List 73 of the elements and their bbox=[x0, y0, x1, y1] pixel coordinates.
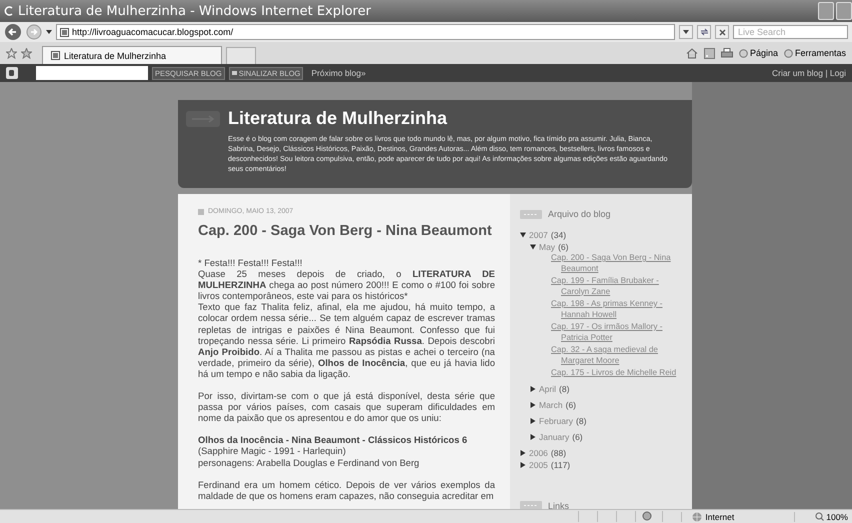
post-count: (117) bbox=[550, 458, 570, 470]
post-text: (Sapphire Magic - 1991 - Harlequin) bbox=[198, 446, 347, 458]
post-count: (34) bbox=[550, 229, 566, 241]
post-title[interactable]: Cap. 200 - Saga Von Berg - Nina Beaumont bbox=[198, 223, 495, 239]
circle-icon bbox=[738, 48, 748, 58]
post-count: (88) bbox=[550, 446, 566, 458]
post-link[interactable]: Cap. 32 - A saga medieval de Margaret Moore bbox=[551, 345, 684, 366]
post-link[interactable]: Cap. 175 - Livros de Michelle Reid bbox=[551, 368, 684, 378]
post-link[interactable]: Cap. 200 - Saga Von Berg - Nina Beaumont bbox=[551, 253, 684, 274]
post-count: (6) bbox=[558, 241, 568, 253]
zoom-icon bbox=[815, 512, 824, 521]
favorites-star-icon[interactable] bbox=[6, 48, 17, 58]
dropdown-icon[interactable] bbox=[46, 30, 52, 34]
refresh-icon bbox=[700, 28, 708, 36]
post-text: Por isso, divirtam-se com o que já está disponível, desta série que passa por vários países, com casais que superam dificuldades em nome da paixão que os apresentou e do amor que os uniu: bbox=[198, 391, 495, 424]
page-icon bbox=[51, 51, 60, 60]
square-icon bbox=[198, 208, 204, 214]
post-text: Texto que faz Thalita feliz, afinal, ela me ajudou, há muito tempo, a colocar ordem nessa série... Se tem alguém capaz de escrever tramas repletas de intrigas e paixões é Nina Beaumont. Confesso que fui tropeçando nessa série. Li primeiro Rapsódia Russa. Depois descobri Anjo Proibido. Aí a Thalita me passou as pistas e achei o terceiro (na verdade, primeiro da série), Olhos de Inocência, que eu já havia lido há um tempo e não sabia da ligação. bbox=[198, 302, 495, 380]
browser-tab[interactable]: Literatura de Mulherzinha bbox=[42, 46, 222, 64]
archive-heading: Arquivo do blog bbox=[548, 209, 611, 219]
heading-icon bbox=[520, 501, 542, 509]
archive-link[interactable]: 2006 bbox=[529, 446, 548, 458]
expand-arrow-icon[interactable] bbox=[530, 418, 536, 424]
post-text: Ferdinand era um homem cético. Depois de ver vários exemplos da maldade de que os homens eram capazes, não conseguia acreditar em bbox=[198, 480, 495, 502]
blog-title[interactable]: Literatura de Mulherzinha bbox=[228, 108, 673, 129]
add-favorite-icon[interactable] bbox=[21, 48, 32, 58]
feeds-icon[interactable] bbox=[704, 48, 715, 58]
archive-link[interactable]: March bbox=[539, 398, 563, 410]
browser-logo-icon bbox=[4, 5, 14, 17]
refresh-button[interactable] bbox=[697, 25, 711, 39]
expand-arrow-icon[interactable] bbox=[530, 402, 536, 408]
dropdown-button[interactable] bbox=[679, 25, 693, 39]
post-count: (8) bbox=[559, 382, 570, 394]
print-icon[interactable] bbox=[720, 48, 733, 58]
account-links[interactable]: Criar um blog | Logi bbox=[772, 68, 846, 78]
archive-link[interactable]: 2005 bbox=[529, 458, 548, 470]
post-link[interactable]: Cap. 198 - As primas Kenney - Hannah Howell bbox=[551, 299, 684, 320]
expand-arrow-icon[interactable] bbox=[530, 386, 536, 392]
search-field[interactable]: Live Search bbox=[733, 25, 848, 39]
circle-icon bbox=[784, 48, 793, 58]
window-title: Literatura de Mulherzinha - Windows Internet Explorer bbox=[18, 4, 371, 18]
command-button[interactable]: Página bbox=[738, 48, 778, 58]
post-text: Quase 25 meses depois de criado, o LITERATURA DE MULHERZINHA chega ao post número 200!!! E como o #100 foi sobre livros contemporâneos, este vai para os históricos* bbox=[198, 269, 495, 302]
zone-label: Internet bbox=[705, 512, 734, 522]
command-button[interactable]: Ferramentas bbox=[784, 48, 846, 58]
archive-link[interactable]: January bbox=[539, 430, 570, 442]
post-text: * Festa!!! Festa!!! Festa!!! bbox=[198, 258, 304, 270]
flag-icon bbox=[232, 70, 237, 76]
home-icon[interactable] bbox=[686, 48, 698, 58]
expand-arrow-icon[interactable] bbox=[530, 434, 536, 440]
archive-link[interactable]: May bbox=[539, 241, 556, 253]
links-heading: Links bbox=[548, 500, 570, 509]
post-count: (6) bbox=[566, 398, 576, 410]
heading-icon bbox=[520, 210, 542, 218]
post-link[interactable]: Cap. 197 - Os irmãos Mallory - Patricia Potter bbox=[551, 322, 684, 343]
stop-button[interactable] bbox=[715, 25, 729, 39]
next-blog-link[interactable]: Próximo blog» bbox=[311, 68, 366, 78]
page-icon bbox=[60, 28, 69, 36]
post-count: (6) bbox=[572, 430, 583, 442]
blogger-logo-icon[interactable] bbox=[6, 67, 18, 79]
archive-link[interactable]: February bbox=[539, 414, 574, 426]
address-field[interactable]: http://livroaguacomacucar.blogspot.com/ bbox=[56, 24, 675, 40]
post-count: (8) bbox=[576, 414, 586, 426]
post-text: personagens: Arabella Douglas e Ferdinand von Berg bbox=[198, 458, 420, 469]
archive-link[interactable]: 2007 bbox=[529, 229, 548, 241]
archive-link[interactable]: April bbox=[539, 382, 556, 394]
post-link[interactable]: Cap. 199 - Família Brubaker - Carolyn Zane bbox=[551, 276, 684, 297]
zoom-level[interactable]: 100% bbox=[826, 512, 848, 522]
post-text: Olhos da Inocência - Nina Beaumont - Clássicos Históricos 6 bbox=[198, 435, 468, 446]
caret-icon bbox=[683, 30, 689, 34]
close-icon bbox=[718, 28, 726, 36]
back-icon[interactable] bbox=[4, 23, 22, 41]
blog-search-field[interactable] bbox=[36, 66, 148, 80]
